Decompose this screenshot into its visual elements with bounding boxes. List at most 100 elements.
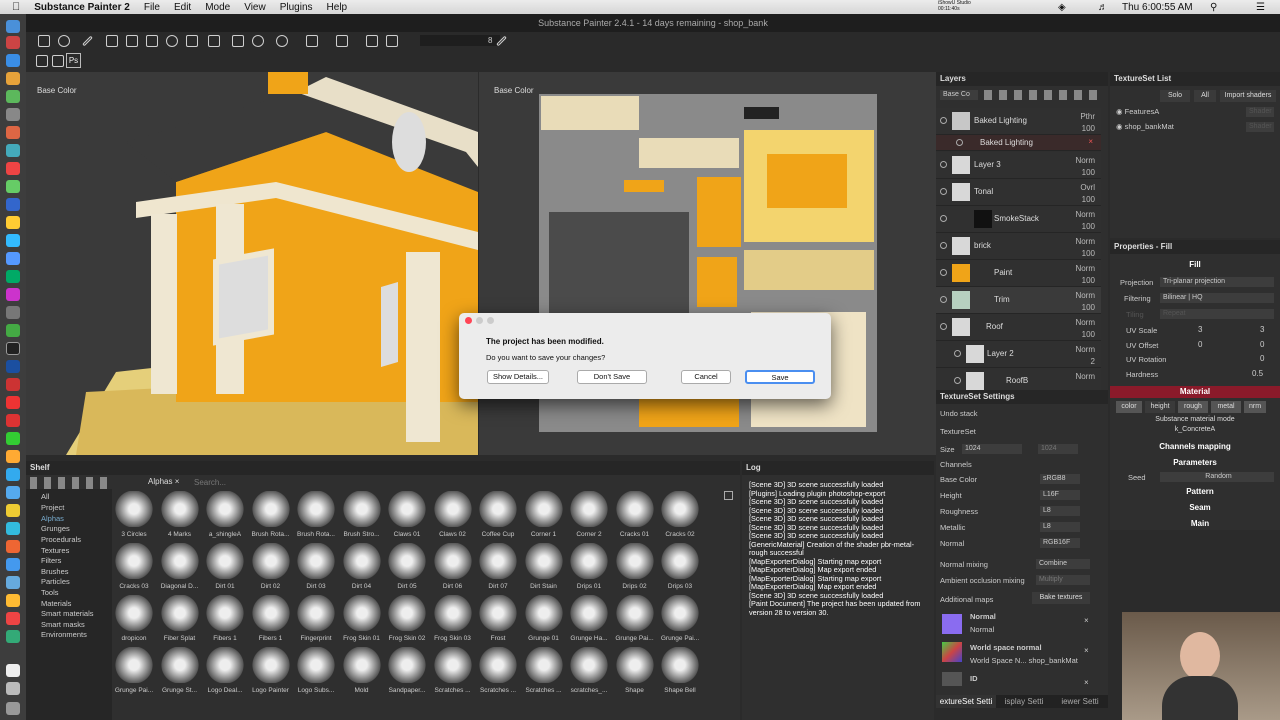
visibility-icon[interactable] (940, 188, 947, 195)
shelf-item[interactable]: 4 Marks (158, 491, 202, 543)
shelf-item[interactable]: Corner 2 (567, 491, 611, 543)
seed-button[interactable]: Random (1160, 472, 1274, 482)
app-icon[interactable] (6, 162, 20, 175)
shelf-item[interactable]: Grunge St... (158, 647, 202, 699)
filtering-select[interactable]: Bilinear | HQ (1160, 293, 1274, 303)
cube-icon[interactable] (386, 35, 398, 47)
minimize-window-icon[interactable] (476, 317, 483, 324)
tab-viewer-settings[interactable]: iewer Setti (1052, 695, 1108, 708)
eraser-icon[interactable] (106, 35, 118, 47)
app-icon[interactable] (6, 252, 20, 265)
uv-offset-value-2[interactable]: 0 (1260, 340, 1264, 349)
photoshop-export-button[interactable]: Ps (66, 53, 81, 68)
app-icon[interactable] (6, 72, 20, 85)
visibility-icon[interactable] (940, 296, 947, 303)
brush-icon[interactable] (82, 35, 93, 47)
app-icon[interactable] (6, 504, 20, 517)
shelf-category[interactable]: Textures (41, 546, 69, 555)
shelf-category[interactable]: All (41, 492, 49, 501)
menu-view[interactable]: View (244, 2, 266, 13)
visibility-icon[interactable] (954, 350, 961, 357)
app-icon[interactable] (6, 612, 20, 625)
shelf-category[interactable]: Smart materials (41, 609, 94, 618)
app-icon[interactable] (6, 378, 20, 391)
app-icon[interactable] (6, 576, 20, 589)
layer-item[interactable]: SmokeStack Norm 100 (936, 206, 1101, 233)
shelf-item[interactable]: Dirt 03 (294, 543, 338, 595)
shelf-item[interactable]: dropicon (112, 595, 156, 647)
app-icon[interactable] (6, 540, 20, 553)
shelf-item[interactable]: Shape Bell (658, 647, 702, 699)
app-icon[interactable] (6, 432, 20, 445)
shelf-item[interactable]: Fibers 1 (203, 595, 247, 647)
undo-stack-label[interactable]: Undo stack (940, 409, 978, 418)
shelf-item[interactable]: Cracks 03 (112, 543, 156, 595)
polygon-fill-icon[interactable] (146, 35, 158, 47)
menu-edit[interactable]: Edit (174, 2, 191, 13)
shelf-item[interactable]: Scratches ... (431, 647, 475, 699)
layer-item[interactable]: Paint Norm 100 (936, 260, 1101, 287)
app-icon[interactable] (6, 180, 20, 193)
documents-icon[interactable] (6, 664, 20, 677)
shelf-item[interactable]: 3 Circles (112, 491, 156, 543)
shelf-item[interactable]: Frog Skin 02 (385, 595, 429, 647)
shelf-item[interactable]: Frog Skin 01 (340, 595, 384, 647)
shelf-item[interactable]: Grunge 01 (522, 595, 566, 647)
hardness-value[interactable]: 0.5 (1252, 369, 1263, 378)
pattern-section[interactable]: Pattern (1110, 487, 1280, 496)
layer-item[interactable]: Layer 2 Norm 2 (936, 341, 1101, 368)
shelf-item[interactable]: Diagonal D... (158, 543, 202, 595)
import-shaders-button[interactable]: Import shaders (1220, 90, 1276, 102)
shelf-category[interactable]: Project (41, 503, 64, 512)
camera-snapshot-icon[interactable] (36, 55, 48, 67)
channel-format-select[interactable]: L8 (1040, 522, 1080, 532)
zoom-window-icon[interactable] (487, 317, 494, 324)
all-button[interactable]: All (1194, 90, 1216, 102)
settings-tool-icon[interactable] (58, 35, 70, 47)
shelf-item[interactable]: Drips 02 (613, 543, 657, 595)
app-icon[interactable] (6, 630, 20, 643)
size-select-2[interactable]: 1024 (1038, 444, 1078, 454)
viewport-3d[interactable]: Base Color (26, 72, 478, 455)
picker-icon[interactable] (208, 35, 220, 47)
projection-select[interactable]: Tri-planar projection (1160, 277, 1274, 287)
tab-textureset-settings[interactable]: extureSet Setti (936, 695, 996, 708)
menu-plugins[interactable]: Plugins (280, 2, 313, 13)
close-icon[interactable]: × (1084, 646, 1089, 655)
shelf-item[interactable]: Frost (476, 595, 520, 647)
shelf-item[interactable]: Mold (340, 647, 384, 699)
app-icon[interactable] (6, 198, 20, 211)
shelf-item[interactable]: Brush Rota... (294, 491, 338, 543)
dont-save-button[interactable]: Don't Save (577, 370, 647, 384)
grid-view-icon[interactable] (724, 491, 733, 500)
shelf-category[interactable]: Filters (41, 556, 61, 565)
channel-format-select[interactable]: sRGB8 (1040, 474, 1080, 484)
camera-icon[interactable] (306, 35, 318, 47)
shelf-category-selected[interactable]: Alphas (41, 514, 64, 523)
shelf-category[interactable]: Materials (41, 599, 71, 608)
tab-display-settings[interactable]: isplay Setti (996, 695, 1052, 708)
layer-item-selected[interactable]: Trim Norm 100 (936, 287, 1101, 314)
tiling-select[interactable]: Repeat (1160, 309, 1274, 319)
mirror-icon[interactable] (276, 35, 288, 47)
shelf-item[interactable]: a_shingleA (203, 491, 247, 543)
recorder-status[interactable]: iShowU Studio 00:11:40s (938, 0, 971, 12)
app-icon[interactable] (6, 108, 20, 121)
channel-format-select[interactable]: RGB16F (1040, 538, 1080, 548)
shelf-item[interactable]: Drips 01 (567, 543, 611, 595)
downloads-icon[interactable] (6, 682, 20, 695)
shelf-item[interactable]: Corner 1 (522, 491, 566, 543)
shelf-item[interactable]: scratches_... (567, 647, 611, 699)
app-icon[interactable] (6, 36, 20, 49)
layers-toolbar-icons[interactable] (984, 90, 1104, 100)
rough-channel-button[interactable]: rough (1178, 401, 1208, 413)
close-icon[interactable]: × (1088, 137, 1093, 146)
photoshop-icon[interactable] (6, 360, 20, 373)
uv-offset-value[interactable]: 0 (1198, 340, 1202, 349)
view-mode-icon[interactable] (336, 35, 348, 47)
app-icon[interactable] (6, 396, 20, 409)
shelf-item[interactable]: Sandpaper... (385, 647, 429, 699)
layer-item[interactable]: Baked Lighting Pthr 100 (936, 108, 1101, 135)
visibility-icon[interactable] (940, 323, 947, 330)
app-icon[interactable] (6, 342, 20, 355)
